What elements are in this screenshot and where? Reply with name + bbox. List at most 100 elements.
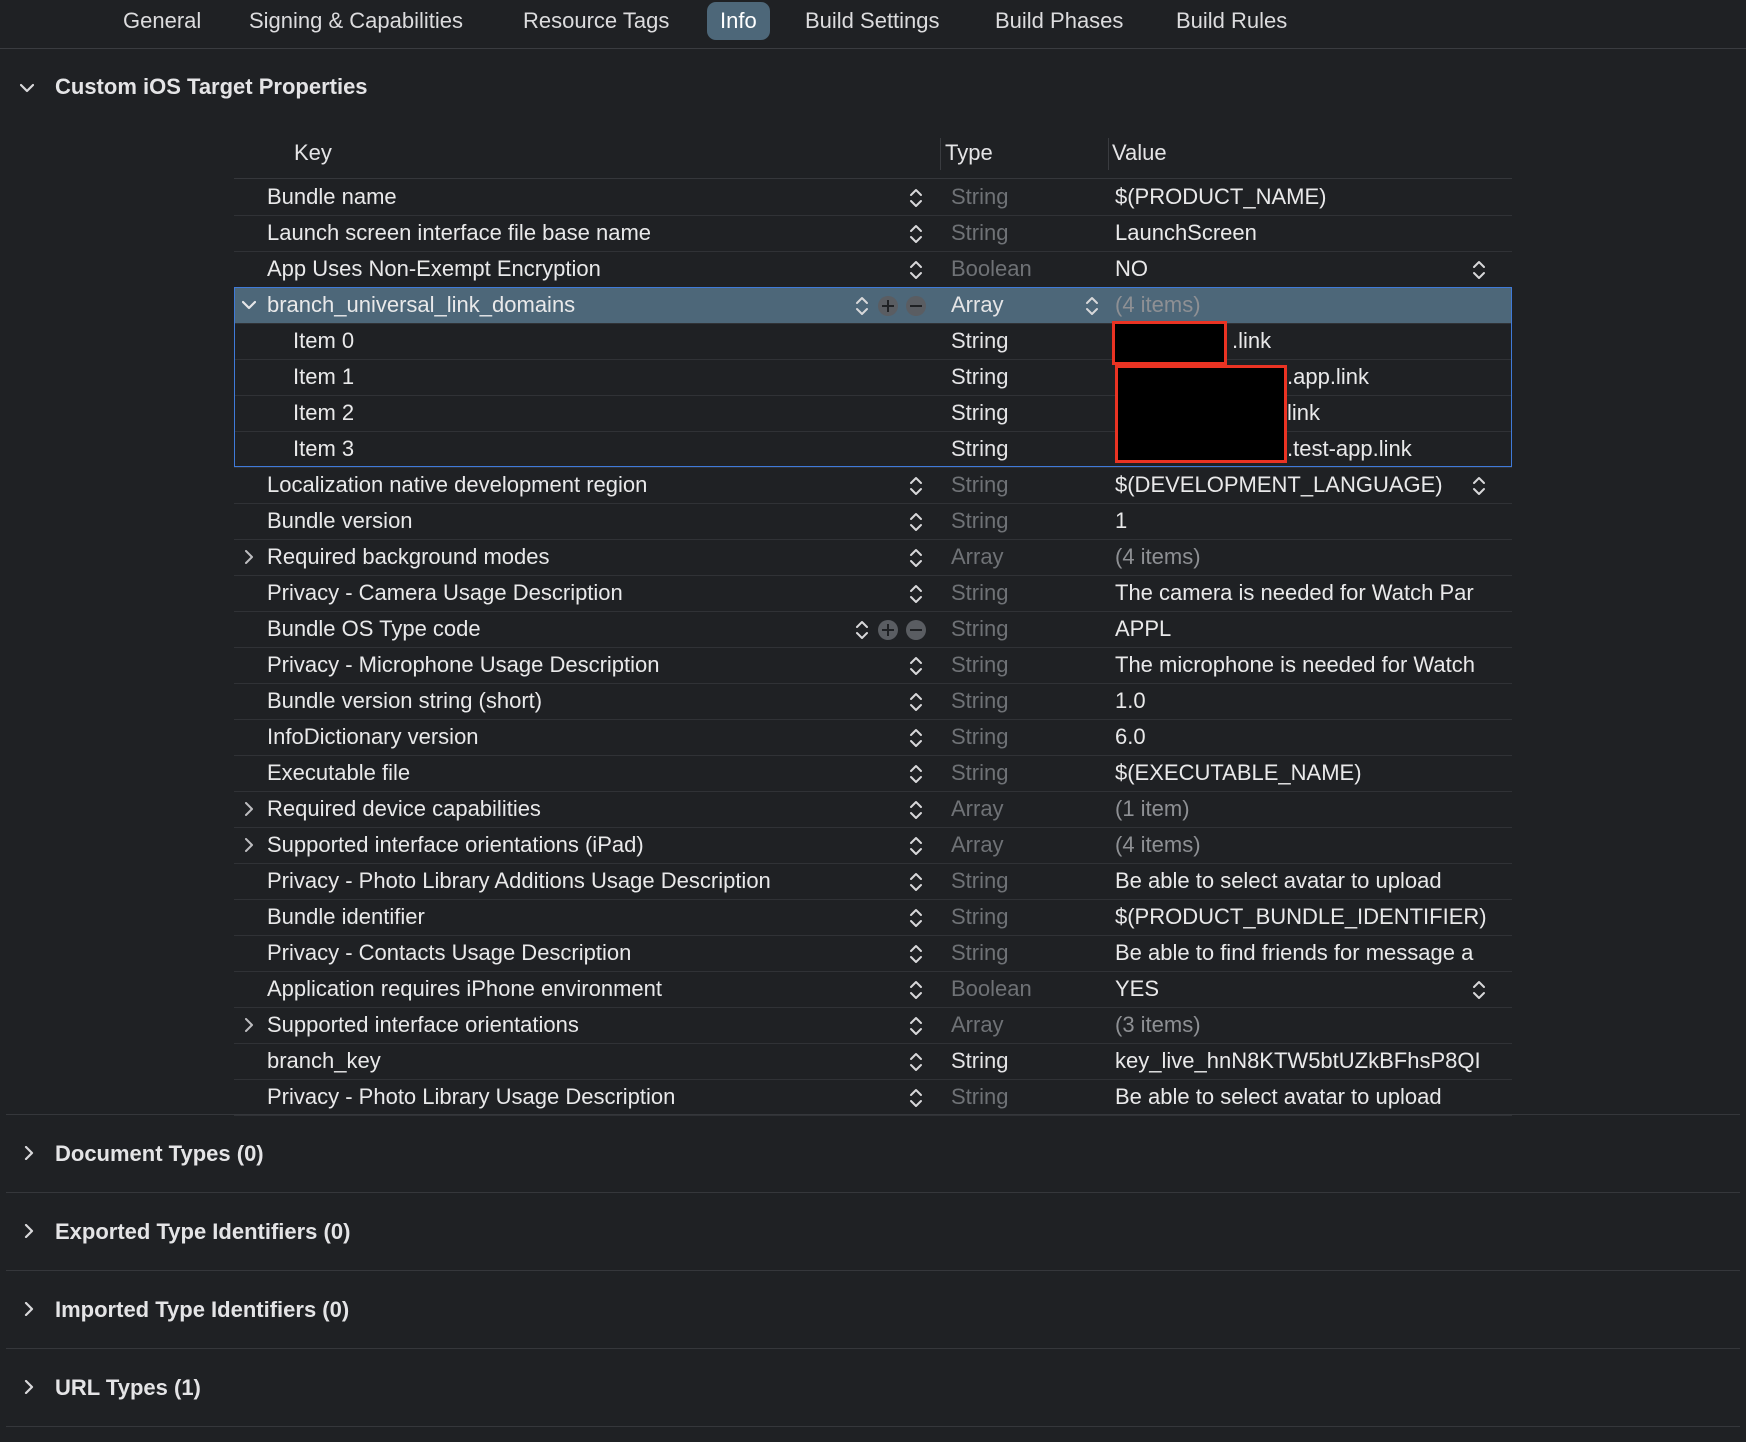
chevron-right-icon[interactable] bbox=[242, 838, 256, 852]
key-popup-stepper-icon[interactable] bbox=[909, 583, 923, 605]
property-key[interactable]: Bundle version bbox=[267, 503, 413, 538]
property-key[interactable]: branch_universal_link_domains bbox=[267, 287, 575, 322]
property-key[interactable]: Privacy - Photo Library Usage Descriptio… bbox=[267, 1079, 675, 1114]
array-item-row[interactable]: Item 1 String .app.link bbox=[234, 359, 1512, 396]
section-title-exported-type-identifiers[interactable]: Exported Type Identifiers (0) bbox=[55, 1219, 350, 1245]
chevron-right-icon[interactable] bbox=[242, 550, 256, 564]
key-popup-stepper-icon[interactable] bbox=[909, 223, 923, 245]
property-type[interactable]: Array bbox=[951, 791, 1004, 826]
property-key[interactable]: InfoDictionary version bbox=[267, 719, 479, 754]
property-key[interactable]: Bundle identifier bbox=[267, 899, 425, 934]
property-row[interactable]: Supported interface orientations (iPad) A… bbox=[234, 827, 1512, 864]
property-row[interactable]: Bundle name String $(PRODUCT_NAME) bbox=[234, 179, 1512, 216]
property-type[interactable]: String bbox=[951, 935, 1008, 970]
chevron-right-icon[interactable] bbox=[242, 1018, 256, 1032]
property-row[interactable]: Privacy - Microphone Usage Description St… bbox=[234, 647, 1512, 684]
property-key[interactable]: Required device capabilities bbox=[267, 791, 541, 826]
property-value[interactable]: Be able to find friends for message a bbox=[1115, 935, 1507, 970]
property-row[interactable]: branch_key String key_live_hnN8KTW5btUZkBF… bbox=[234, 1043, 1512, 1080]
key-popup-stepper-icon[interactable] bbox=[909, 1051, 923, 1073]
property-row[interactable]: Required device capabilities Array (1 item… bbox=[234, 791, 1512, 828]
property-type[interactable]: String bbox=[951, 431, 1008, 466]
chevron-right-icon[interactable] bbox=[22, 1380, 36, 1394]
array-item-row[interactable]: Item 2 String link bbox=[234, 395, 1512, 432]
key-popup-stepper-icon[interactable] bbox=[909, 547, 923, 569]
property-value[interactable]: $(EXECUTABLE_NAME) bbox=[1115, 755, 1507, 790]
property-type[interactable]: String bbox=[951, 179, 1008, 214]
property-value[interactable]: key_live_hnN8KTW5btUZkBFhsP8QI bbox=[1115, 1043, 1507, 1078]
key-popup-stepper-icon[interactable] bbox=[909, 187, 923, 209]
property-type[interactable]: String bbox=[951, 1079, 1008, 1114]
section-title-url-types[interactable]: URL Types (1) bbox=[55, 1375, 201, 1401]
property-key[interactable]: branch_key bbox=[267, 1043, 381, 1078]
property-key[interactable]: Bundle name bbox=[267, 179, 397, 214]
property-key[interactable]: Localization native development region bbox=[267, 467, 647, 502]
property-type[interactable]: Array bbox=[951, 827, 1004, 862]
property-value[interactable]: 1.0 bbox=[1115, 683, 1507, 718]
property-key[interactable]: Item 3 bbox=[293, 431, 354, 466]
property-row[interactable]: Bundle identifier String $(PRODUCT_BUNDLE_… bbox=[234, 899, 1512, 936]
array-item-row[interactable]: Item 3 String .test-app.link bbox=[234, 431, 1512, 468]
property-row[interactable]: Bundle OS Type code String APPL bbox=[234, 611, 1512, 648]
property-key[interactable]: Bundle OS Type code bbox=[267, 611, 481, 646]
key-popup-stepper-icon[interactable] bbox=[909, 511, 923, 533]
property-key[interactable]: Privacy - Photo Library Additions Usage … bbox=[267, 863, 771, 898]
property-row[interactable]: Localization native development region St… bbox=[234, 467, 1512, 504]
property-row[interactable]: Bundle version string (short) String 1.0 bbox=[234, 683, 1512, 720]
column-divider[interactable] bbox=[1108, 138, 1109, 170]
property-key[interactable]: Required background modes bbox=[267, 539, 550, 574]
property-type[interactable]: String bbox=[951, 395, 1008, 430]
property-value[interactable]: .app.link bbox=[1287, 359, 1679, 394]
key-popup-stepper-icon[interactable] bbox=[909, 475, 923, 497]
property-value[interactable]: .test-app.link bbox=[1287, 431, 1679, 466]
tab-info[interactable]: Info bbox=[707, 2, 770, 40]
property-key[interactable]: Supported interface orientations bbox=[267, 1007, 579, 1042]
property-value[interactable]: 1 bbox=[1115, 503, 1507, 538]
key-popup-stepper-icon[interactable] bbox=[909, 1015, 923, 1037]
chevron-right-icon[interactable] bbox=[22, 1302, 36, 1316]
property-key[interactable]: Executable file bbox=[267, 755, 410, 790]
property-value[interactable]: Be able to select avatar to upload bbox=[1115, 863, 1507, 898]
property-row[interactable]: Application requires iPhone environment B… bbox=[234, 971, 1512, 1008]
chevron-right-icon[interactable] bbox=[242, 802, 256, 816]
property-key[interactable]: Application requires iPhone environment bbox=[267, 971, 662, 1006]
property-row[interactable]: Privacy - Photo Library Usage Descriptio… bbox=[234, 1079, 1512, 1116]
property-value[interactable]: Be able to select avatar to upload bbox=[1115, 1079, 1507, 1114]
property-type[interactable]: Array bbox=[951, 539, 1004, 574]
property-type[interactable]: Boolean bbox=[951, 971, 1032, 1006]
property-type[interactable]: String bbox=[951, 647, 1008, 682]
property-type[interactable]: String bbox=[951, 863, 1008, 898]
property-value[interactable]: $(PRODUCT_NAME) bbox=[1115, 179, 1507, 214]
remove-item-icon[interactable] bbox=[906, 620, 926, 640]
property-row[interactable]: Executable file String $(EXECUTABLE_NAME) bbox=[234, 755, 1512, 792]
key-popup-stepper-icon[interactable] bbox=[909, 979, 923, 1001]
property-type[interactable]: Array bbox=[951, 287, 1004, 322]
property-key[interactable]: Bundle version string (short) bbox=[267, 683, 542, 718]
property-value[interactable]: (3 items) bbox=[1115, 1007, 1507, 1042]
property-value[interactable]: $(PRODUCT_BUNDLE_IDENTIFIER) bbox=[1115, 899, 1507, 934]
property-type[interactable]: String bbox=[951, 1043, 1008, 1078]
property-row[interactable]: Privacy - Contacts Usage Description Stri… bbox=[234, 935, 1512, 972]
value-popup-stepper-icon[interactable] bbox=[1472, 979, 1486, 1001]
type-popup-stepper-icon[interactable] bbox=[1085, 295, 1099, 317]
property-key[interactable]: Item 0 bbox=[293, 323, 354, 358]
value-popup-stepper-icon[interactable] bbox=[1472, 475, 1486, 497]
property-row[interactable]: App Uses Non-Exempt Encryption Boolean NO bbox=[234, 251, 1512, 288]
property-key[interactable]: Privacy - Contacts Usage Description bbox=[267, 935, 631, 970]
property-row[interactable]: Launch screen interface file base name St… bbox=[234, 215, 1512, 252]
add-item-icon[interactable] bbox=[878, 620, 898, 640]
property-row[interactable]: Privacy - Photo Library Additions Usage … bbox=[234, 863, 1512, 900]
key-popup-stepper-icon[interactable] bbox=[909, 763, 923, 785]
property-type[interactable]: String bbox=[951, 323, 1008, 358]
property-type[interactable]: String bbox=[951, 611, 1008, 646]
chevron-down-icon[interactable] bbox=[242, 298, 256, 312]
remove-item-icon[interactable] bbox=[906, 296, 926, 316]
key-popup-stepper-icon[interactable] bbox=[909, 727, 923, 749]
column-header-value[interactable]: Value bbox=[1112, 128, 1167, 178]
property-value[interactable]: (4 items) bbox=[1115, 827, 1507, 862]
property-type[interactable]: String bbox=[951, 899, 1008, 934]
property-value[interactable]: (1 item) bbox=[1115, 791, 1507, 826]
property-value[interactable]: NO bbox=[1115, 251, 1507, 286]
property-type[interactable]: String bbox=[951, 755, 1008, 790]
property-key[interactable]: Item 1 bbox=[293, 359, 354, 394]
